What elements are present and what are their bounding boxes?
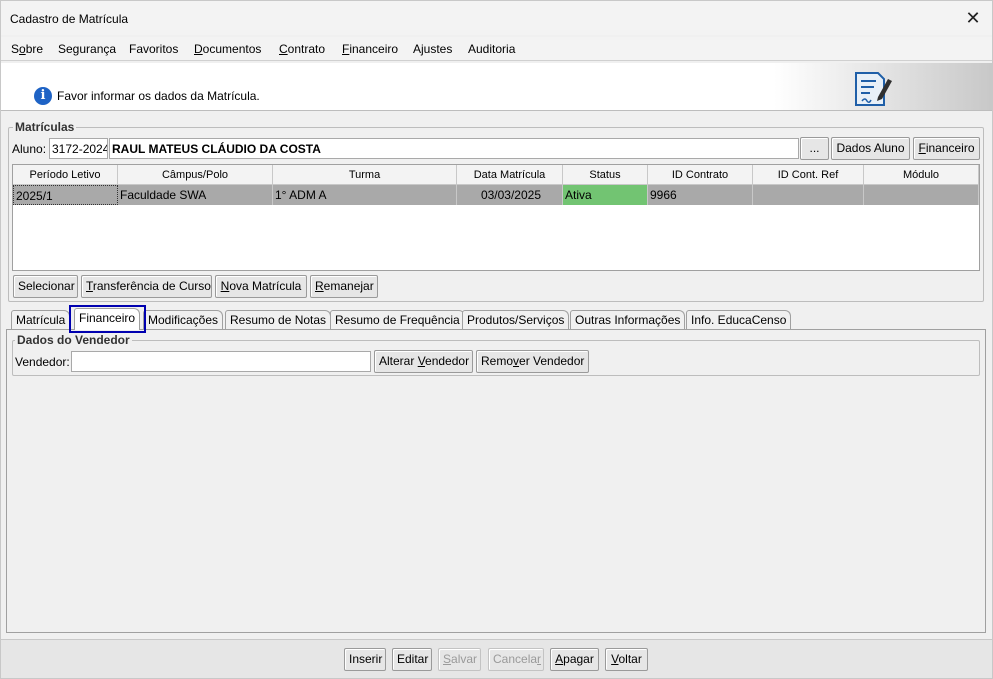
footer-bar: Inserir Editar Salvar Cancelar Apagar Vo… [1, 639, 992, 678]
table-row[interactable]: 2025/1 Faculdade SWA 1° ADM A 03/03/2025… [13, 185, 979, 205]
tab-outras-informacoes[interactable]: Outras Informações [570, 310, 686, 329]
col-id-cont-ref[interactable]: ID Cont. Ref [753, 165, 864, 185]
vendedor-label: Vendedor: [15, 355, 70, 369]
aluno-code-field[interactable]: 3172-2024 [49, 138, 108, 159]
menu-favoritos[interactable]: Favoritos [129, 42, 178, 56]
alterar-vendedor-button[interactable]: Alterar Vendedor [374, 350, 473, 373]
editar-button[interactable]: Editar [392, 648, 432, 671]
menu-auditoria[interactable]: Auditoria [468, 42, 515, 56]
aluno-name-field[interactable]: RAUL MATEUS CLÁUDIO DA COSTA [109, 138, 799, 159]
vendedor-group-label: Dados do Vendedor [15, 333, 132, 347]
nova-matricula-button[interactable]: Nova Matrícula [215, 275, 307, 298]
menu-contrato[interactable]: Contrato [279, 42, 325, 56]
remover-vendedor-button[interactable]: Remover Vendedor [476, 350, 589, 373]
cell-periodo[interactable]: 2025/1 [13, 185, 118, 205]
cell-data[interactable]: 03/03/2025 [457, 185, 563, 205]
tab-resumo-frequencia[interactable]: Resumo de Frequência [330, 310, 465, 329]
browse-aluno-button[interactable]: ... [800, 137, 829, 160]
col-id-contrato[interactable]: ID Contrato [648, 165, 753, 185]
tab-bar: Matrícula Financeiro Modificações Resumo… [9, 308, 989, 330]
header-panel: i Favor informar os dados da Matrícula. [1, 63, 992, 111]
cell-modulo[interactable] [864, 185, 979, 205]
col-turma[interactable]: Turma [273, 165, 457, 185]
title-bar: Cadastro de Matrícula ✕ [1, 1, 992, 35]
tab-produtos-servicos[interactable]: Produtos/Serviços [462, 310, 570, 329]
menu-financeiro[interactable]: Financeiro [342, 42, 398, 56]
financeiro-aluno-button[interactable]: Financeiro [913, 137, 980, 160]
document-edit-icon [855, 72, 892, 106]
tab-modificacoes[interactable]: Modificações [143, 310, 224, 329]
tab-matricula[interactable]: Matrícula [11, 310, 71, 329]
cell-id-contrato[interactable]: 9966 [648, 185, 753, 205]
menu-ajustes[interactable]: Ajustes [413, 42, 452, 56]
window-title: Cadastro de Matrícula [10, 12, 129, 26]
remanejar-button[interactable]: Remanejar [310, 275, 378, 298]
cancelar-button[interactable]: Cancelar [488, 648, 544, 671]
info-icon: i [34, 87, 52, 105]
salvar-button[interactable]: Salvar [438, 648, 481, 671]
cell-status[interactable]: Ativa [563, 185, 648, 205]
apagar-button[interactable]: Apagar [550, 648, 599, 671]
transferencia-curso-button[interactable]: Transferência de Curso [81, 275, 212, 298]
menu-seguranca[interactable]: Segurança [58, 42, 116, 56]
selecionar-button[interactable]: Selecionar [13, 275, 78, 298]
tab-info-educacenso[interactable]: Info. EducaCenso [686, 310, 792, 329]
col-data[interactable]: Data Matrícula [457, 165, 563, 185]
menu-documentos[interactable]: Documentos [194, 42, 261, 56]
close-icon[interactable]: ✕ [962, 7, 984, 29]
aluno-label: Aluno: [12, 142, 47, 156]
matriculas-table: Período Letivo Câmpus/Polo Turma Data Ma… [12, 164, 980, 271]
dados-aluno-button[interactable]: Dados Aluno [831, 137, 910, 160]
tab-resumo-notas[interactable]: Resumo de Notas [225, 310, 332, 329]
vendedor-field[interactable] [71, 351, 371, 372]
cell-turma[interactable]: 1° ADM A [273, 185, 457, 205]
tab-financeiro[interactable]: Financeiro [74, 308, 141, 330]
col-periodo[interactable]: Período Letivo [13, 165, 118, 185]
header-message: Favor informar os dados da Matrícula. [57, 89, 260, 103]
main-window: Cadastro de Matrícula ✕ Sobre Segurança … [0, 0, 993, 679]
cell-id-cont-ref[interactable] [753, 185, 864, 205]
menu-sobre[interactable]: Sobre [11, 42, 43, 56]
voltar-button[interactable]: Voltar [605, 648, 648, 671]
matriculas-group-label: Matrículas [13, 120, 77, 134]
col-campus[interactable]: Câmpus/Polo [118, 165, 273, 185]
inserir-button[interactable]: Inserir [344, 648, 386, 671]
col-status[interactable]: Status [563, 165, 648, 185]
menu-bar: Sobre Segurança Favoritos Documentos Con… [1, 37, 992, 61]
cell-campus[interactable]: Faculdade SWA [118, 185, 273, 205]
col-modulo[interactable]: Módulo [864, 165, 979, 185]
table-header: Período Letivo Câmpus/Polo Turma Data Ma… [13, 165, 979, 185]
